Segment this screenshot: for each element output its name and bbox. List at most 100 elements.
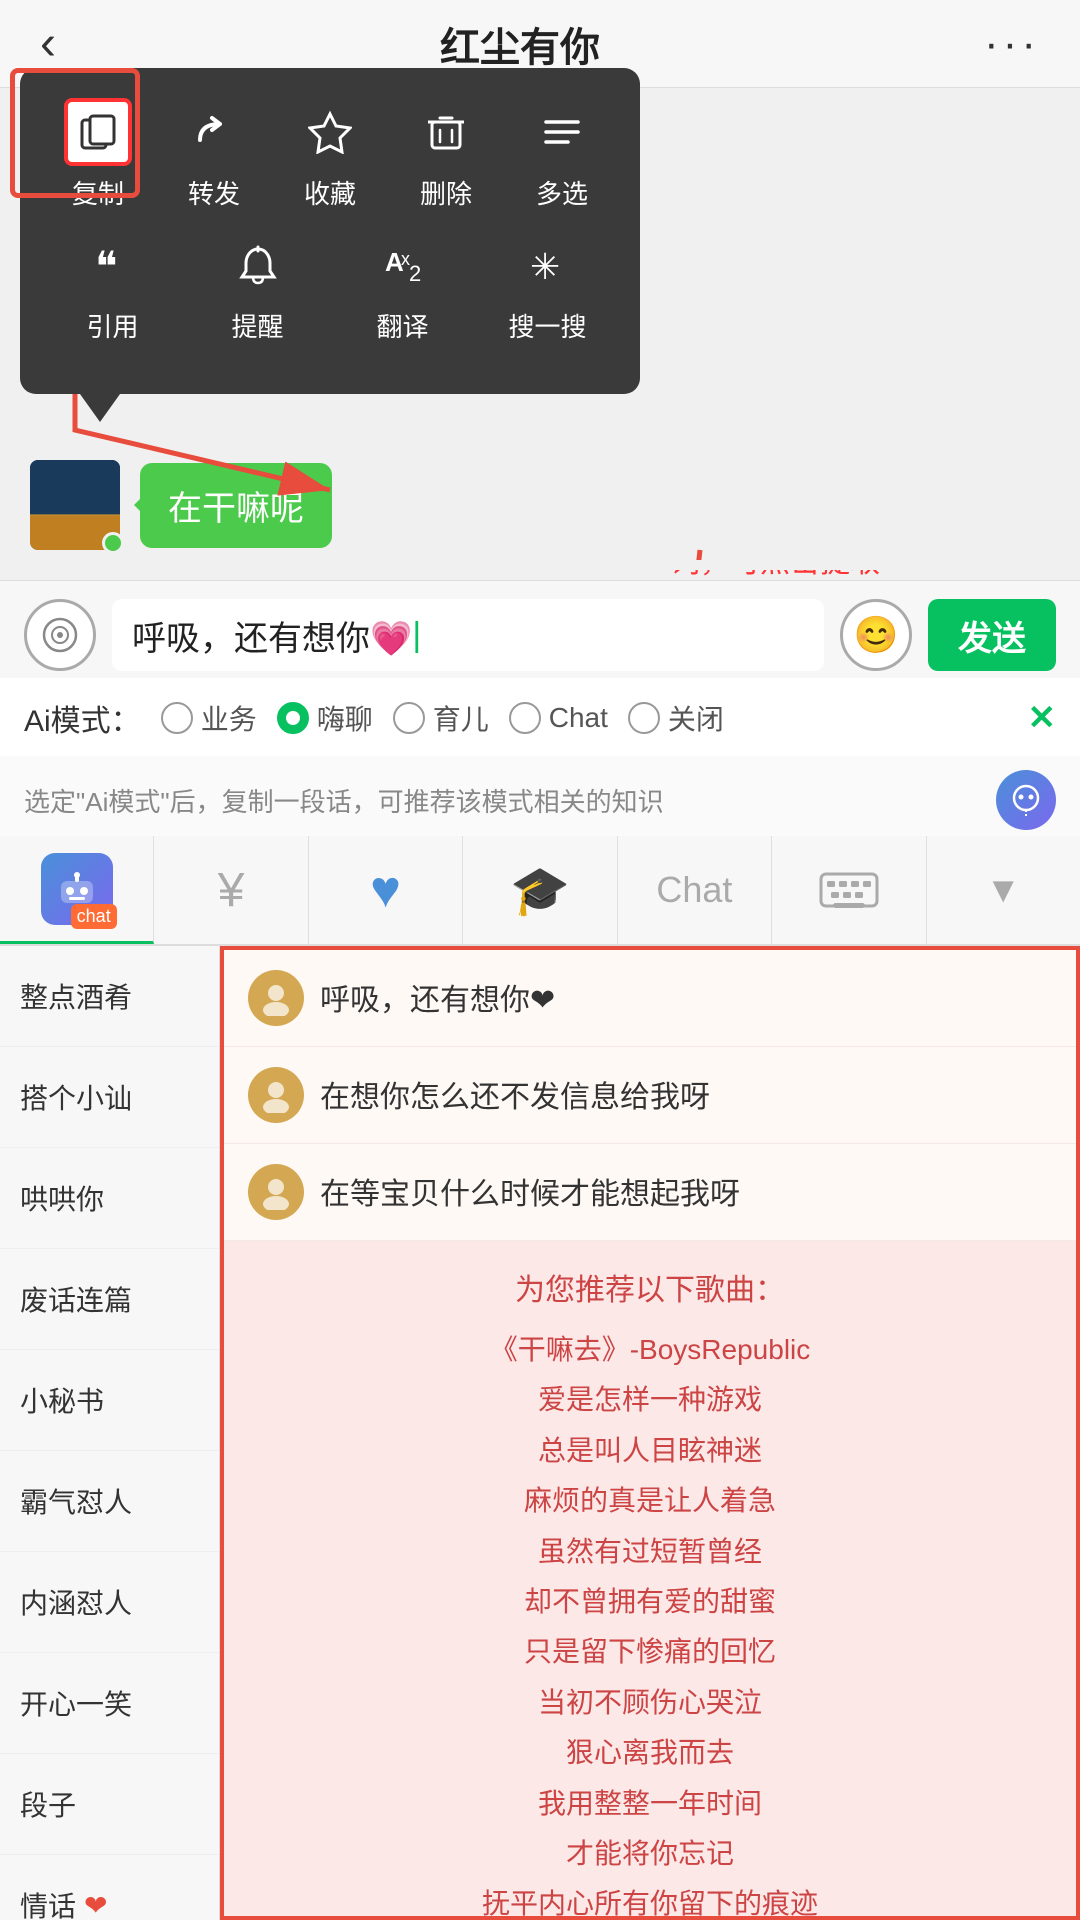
toolbar-keyboard[interactable]: [772, 836, 926, 944]
sidebar-item-dage[interactable]: 搭个小讪: [0, 1047, 219, 1148]
toolbar-cap[interactable]: 🎓: [463, 836, 617, 944]
menu-collect[interactable]: 收藏: [280, 98, 380, 211]
sidebar-baqinouren-label: 霸气怼人: [20, 1481, 132, 1521]
toolbar: chat ¥ ♥ 🎓 Chat ▼: [0, 836, 1080, 946]
mode-business[interactable]: 业务: [161, 698, 257, 738]
ai-tip-text: 选定"Ai模式"后，复制一段话，可推荐该模式相关的知识: [24, 782, 664, 819]
mode-chat-label: Chat: [549, 702, 608, 734]
sidebar-zhengdian-label: 整点酒肴: [20, 976, 132, 1016]
multi-label: 多选: [536, 174, 588, 211]
menu-search[interactable]: ✳ 搜一搜: [498, 231, 598, 344]
multi-icon: [528, 98, 596, 166]
radio-business[interactable]: [161, 702, 193, 734]
avatar-s1: [248, 970, 304, 1026]
lyric-3: 麻烦的真是让人着急: [248, 1476, 1052, 1526]
sidebar-item-duanzi[interactable]: 段子: [0, 1754, 219, 1855]
ai-mode-bar: Ai模式： 业务 嗨聊 育儿 Chat 关闭 ✕: [0, 678, 1080, 759]
lyric-6: 只是留下惨痛的回忆: [248, 1627, 1052, 1677]
sidebar-item-baqinouren[interactable]: 霸气怼人: [0, 1451, 219, 1552]
delete-label: 删除: [420, 174, 472, 211]
sidebar-dage-label: 搭个小讪: [20, 1077, 132, 1117]
avatar-container: [30, 460, 120, 550]
lyric-4: 虽然有过短暂曾经: [248, 1527, 1052, 1577]
input-area: 呼吸，还有想你💗 😊 发送: [0, 580, 1080, 690]
toolbar-chat-text[interactable]: Chat: [618, 836, 772, 944]
ai-mode-label: Ai模式：: [24, 696, 141, 740]
main-content: 整点酒肴 搭个小讪 哄哄你 废话连篇 小秘书 霸气怼人 内涵怼人 开心一笑 段子…: [0, 946, 1080, 1920]
toolbar-robot[interactable]: chat: [0, 836, 154, 944]
sidebar-item-houhounin[interactable]: 哄哄你: [0, 1148, 219, 1249]
search-icon: ✳: [514, 231, 582, 299]
suggestion-text-2: 在想你怎么还不发信息给我呀: [320, 1067, 710, 1120]
search-label: 搜一搜: [508, 307, 586, 344]
menu-multi[interactable]: 多选: [512, 98, 612, 211]
money-icon: ¥: [218, 863, 245, 918]
left-sidebar: 整点酒肴 搭个小讪 哄哄你 废话连篇 小秘书 霸气怼人 内涵怼人 开心一笑 段子…: [0, 946, 220, 1920]
svg-text:✳: ✳: [530, 246, 560, 287]
sidebar-qinghua-label: 情话: [20, 1885, 76, 1920]
translate-label: 翻译: [376, 307, 428, 344]
context-menu: 复制 转发 收藏 删除 多选: [20, 68, 640, 394]
quote-label: 引用: [86, 307, 138, 344]
lyric-7: 当初不顾伤心哭泣: [248, 1678, 1052, 1728]
ai-mode-close[interactable]: ✕: [1028, 698, 1057, 738]
svg-text:❝: ❝: [95, 245, 118, 287]
mode-chat[interactable]: Chat: [509, 702, 608, 734]
heart-icon: ♥: [370, 860, 401, 920]
delete-icon: [412, 98, 480, 166]
menu-remind[interactable]: 提醒: [208, 231, 308, 344]
radio-parenting[interactable]: [393, 702, 425, 734]
mode-parenting[interactable]: 育儿: [393, 698, 489, 738]
toolbar-heart[interactable]: ♥: [309, 836, 463, 944]
send-button[interactable]: 发送: [928, 599, 1056, 671]
mode-off[interactable]: 关闭: [628, 698, 724, 738]
chat-text-label: Chat: [656, 869, 732, 911]
toolbar-collapse[interactable]: ▼: [927, 836, 1080, 944]
emoji-button[interactable]: 😊: [840, 599, 912, 671]
menu-copy[interactable]: 复制: [48, 98, 148, 211]
menu-forward[interactable]: 转发: [164, 98, 264, 211]
received-message-bubble: 在干嘛呢: [140, 463, 332, 548]
collect-icon: [296, 98, 364, 166]
menu-translate[interactable]: Ax2 翻译: [353, 231, 453, 344]
avatar-s2: [248, 1067, 304, 1123]
sidebar-item-xiaomishu[interactable]: 小秘书: [0, 1350, 219, 1451]
sidebar-item-neihannouren[interactable]: 内涵怼人: [0, 1552, 219, 1653]
menu-quote[interactable]: ❝ 引用: [63, 231, 163, 344]
mode-parenting-label: 育儿: [433, 698, 489, 738]
song-section: 为您推荐以下歌曲： 《干嘛去》-BoysRepublic 爱是怎样一种游戏 总是…: [224, 1241, 1076, 1920]
sidebar-item-qinghua[interactable]: 情话 ❤: [0, 1855, 219, 1920]
remind-icon: [224, 231, 292, 299]
back-button[interactable]: ‹: [40, 16, 56, 71]
sidebar-duanzi-label: 段子: [20, 1784, 76, 1824]
more-button[interactable]: ···: [984, 19, 1040, 69]
toolbar-money[interactable]: ¥: [154, 836, 308, 944]
sidebar-item-kaixin[interactable]: 开心一笑: [0, 1653, 219, 1754]
heart-decoration: ❤: [84, 1889, 107, 1920]
mode-haichat[interactable]: 嗨聊: [277, 698, 373, 738]
radio-off[interactable]: [628, 702, 660, 734]
collect-label: 收藏: [304, 174, 356, 211]
mode-haichat-label: 嗨聊: [317, 698, 373, 738]
menu-delete[interactable]: 删除: [396, 98, 496, 211]
copy-label: 复制: [72, 174, 124, 211]
remind-label: 提醒: [231, 307, 283, 344]
robot-icon: chat: [41, 853, 113, 925]
online-indicator: [102, 532, 124, 554]
keyboard-icon: [819, 868, 879, 912]
sidebar-houhounin-label: 哄哄你: [20, 1178, 104, 1218]
lyric-10: 才能将你忘记: [248, 1829, 1052, 1879]
ai-chat-icon[interactable]: [996, 770, 1056, 830]
suggestion-1[interactable]: 呼吸，还有想你❤: [224, 950, 1076, 1047]
lyric-11: 抚平内心所有你留下的痕迹: [248, 1879, 1052, 1920]
sidebar-item-zhengdian[interactable]: 整点酒肴: [0, 946, 219, 1047]
voice-button[interactable]: [24, 599, 96, 671]
message-input[interactable]: 呼吸，还有想你💗: [112, 599, 824, 671]
input-value: 呼吸，还有想你💗: [132, 611, 412, 660]
radio-haichat[interactable]: [277, 702, 309, 734]
suggestion-3[interactable]: 在等宝贝什么时候才能想起我呀: [224, 1144, 1076, 1241]
robot-label: chat: [71, 904, 117, 929]
suggestion-2[interactable]: 在想你怎么还不发信息给我呀: [224, 1047, 1076, 1144]
radio-chat[interactable]: [509, 702, 541, 734]
sidebar-item-feihualianpian[interactable]: 废话连篇: [0, 1249, 219, 1350]
